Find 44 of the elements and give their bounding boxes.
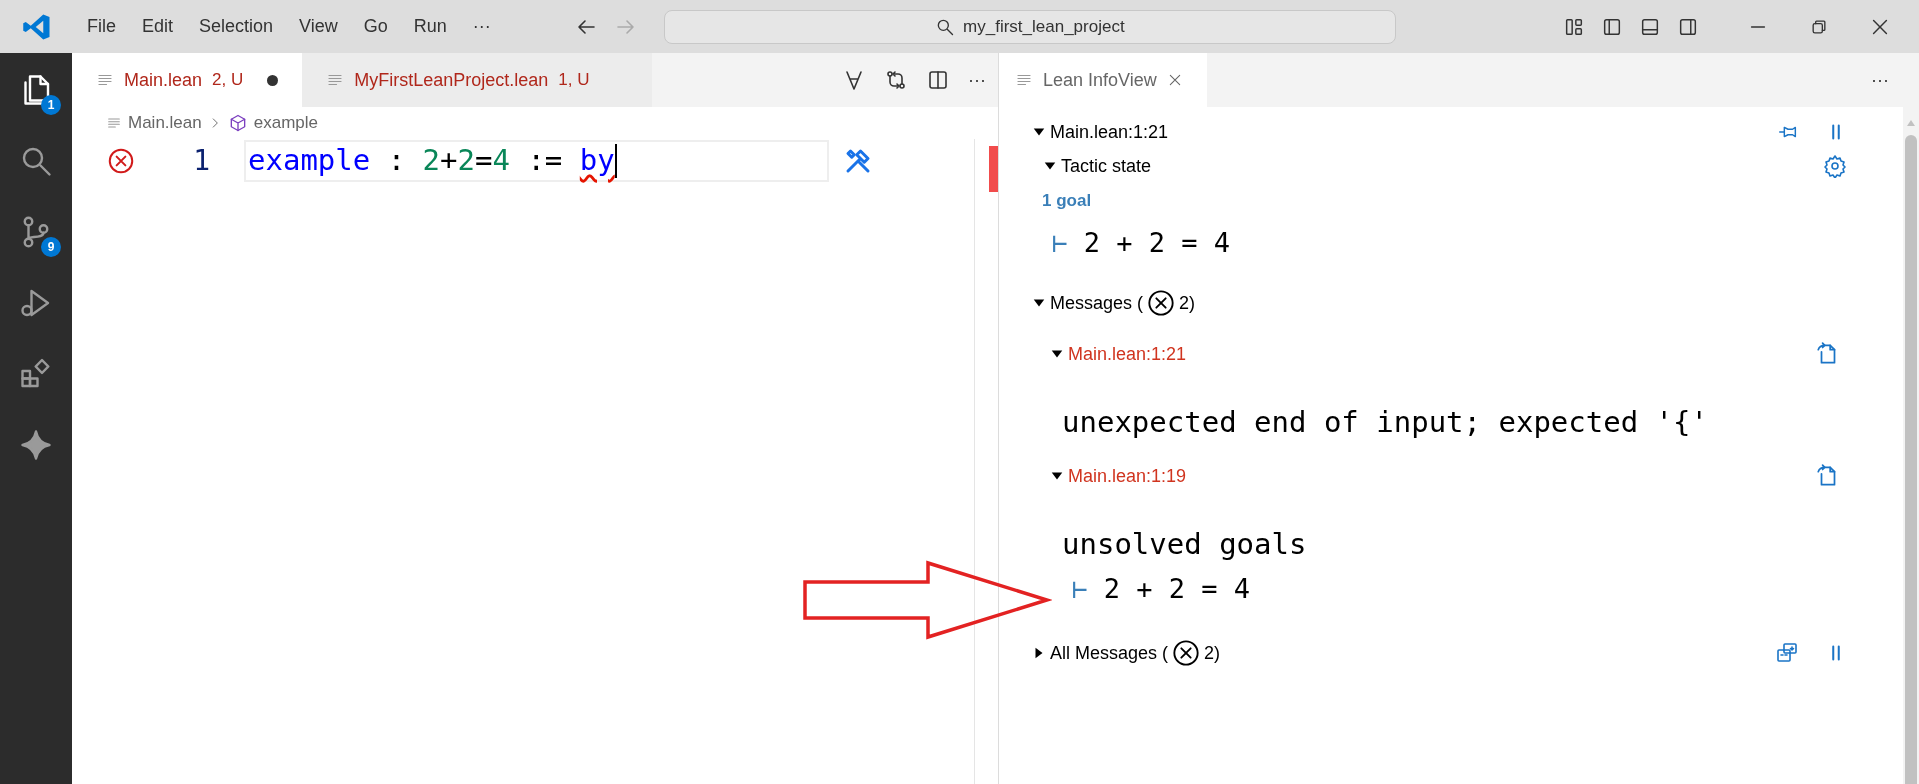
infoview-tab[interactable]: Lean InfoView xyxy=(999,53,1207,107)
file-lines-icon xyxy=(106,115,122,131)
section-label: All Messages ( xyxy=(1050,641,1169,665)
turnstile-symbol: ⊢ xyxy=(1072,572,1088,606)
error-circle-icon xyxy=(1147,289,1176,317)
breadcrumb-item[interactable]: example xyxy=(253,110,318,136)
more-actions-button[interactable]: ··· xyxy=(968,66,986,94)
error-message: unsolved goals xyxy=(1062,526,1307,564)
menu-item[interactable]: Run xyxy=(400,13,460,40)
section-label: Tactic state xyxy=(1061,154,1152,178)
line-number: 1 xyxy=(192,143,210,179)
menu-item[interactable]: Edit xyxy=(129,13,187,40)
error-count: 2) xyxy=(1179,291,1196,315)
filter-icon[interactable] xyxy=(1775,641,1799,665)
scrollbar-thumb[interactable] xyxy=(1905,135,1917,784)
split-editor-icon[interactable] xyxy=(926,68,950,92)
menu-item[interactable]: Selection xyxy=(186,13,287,40)
menu-item[interactable]: Go xyxy=(350,13,401,40)
sparkle-icon[interactable] xyxy=(18,427,54,463)
message-location[interactable]: Main.lean:1:19 xyxy=(1068,462,1187,490)
menu-item[interactable]: ··· xyxy=(459,13,504,40)
goal-count: 1 goal xyxy=(1042,190,1092,213)
menu-item[interactable]: View xyxy=(286,13,351,40)
editor-tab[interactable]: Main.lean 2, U xyxy=(72,53,303,107)
badge: 1 xyxy=(41,95,61,115)
message-location[interactable]: Main.lean:1:21 xyxy=(1068,340,1187,368)
goal-expression: 2 + 2 = 4 xyxy=(1103,571,1250,606)
turnstile-symbol: ⊢ xyxy=(1052,226,1068,260)
section-label: Messages ( xyxy=(1050,291,1144,315)
breadcrumb-item[interactable]: Main.lean xyxy=(128,110,202,136)
error-count: 2) xyxy=(1204,641,1221,665)
compare-icon[interactable] xyxy=(884,68,908,92)
goal-expression: 2 + 2 = 4 xyxy=(1083,225,1230,260)
error-circle-icon xyxy=(1172,639,1201,667)
text-cursor xyxy=(614,144,617,178)
search-field[interactable]: my_first_lean_project xyxy=(663,9,1396,44)
error-marker xyxy=(989,146,998,192)
position-label: Main.lean:1:21 xyxy=(1050,120,1169,144)
menu-item[interactable]: File xyxy=(74,13,129,40)
more-actions-button[interactable]: ··· xyxy=(1871,66,1889,94)
badge: 9 xyxy=(41,237,61,257)
editor-tab[interactable]: MyFirstLeanProject.lean 1, U xyxy=(302,53,652,107)
error-message: unexpected end of input; expected '{' xyxy=(1062,404,1708,442)
settings-icon[interactable] xyxy=(1823,154,1847,178)
